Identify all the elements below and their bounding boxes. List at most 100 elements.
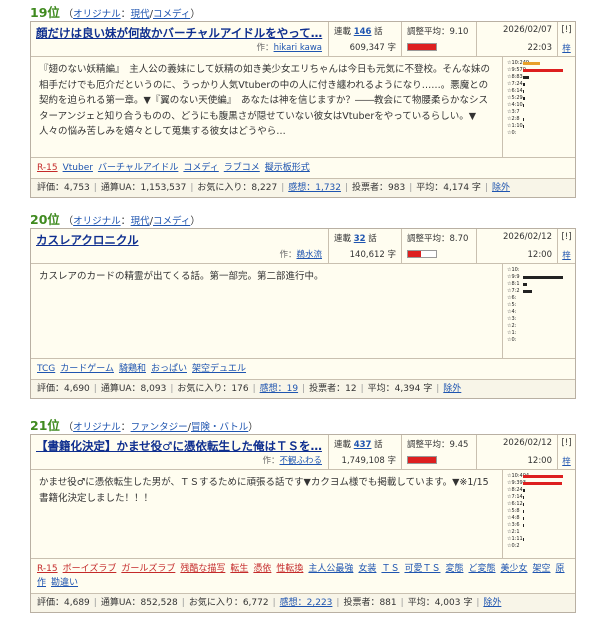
novel-description: 『翅のない妖精編』 主人公の義妹にして妖精の如き美少女エリちゃんは今日も元気に不… xyxy=(39,64,490,137)
graph-bar xyxy=(523,276,563,279)
author-line: 作：鵜水流 xyxy=(279,248,322,260)
graph-label: ☆1:10 xyxy=(507,123,523,129)
graph-row: ☆6:14 xyxy=(507,88,575,95)
stat-reviews-link[interactable]: 感想：2,223 xyxy=(280,598,333,608)
tag-link[interactable]: カードゲーム xyxy=(60,364,114,374)
graph-row: ☆10: xyxy=(507,267,575,274)
graph-label: ☆10: xyxy=(507,267,520,273)
episodes-link[interactable]: 437 xyxy=(354,440,372,450)
report-flag[interactable]: [!] xyxy=(561,25,571,35)
genre-type-link[interactable]: コメディ xyxy=(153,216,190,227)
graph-row: ☆5:8 xyxy=(507,508,575,515)
tag-link[interactable]: ガールズラブ xyxy=(121,564,175,574)
tag-link[interactable]: バーチャルアイドル xyxy=(98,163,178,173)
stat-reviews-link[interactable]: 感想：19 xyxy=(260,384,298,394)
genre-sub-link[interactable]: 現代 xyxy=(131,9,150,20)
episodes-link[interactable]: 32 xyxy=(354,234,366,244)
episodes-link[interactable]: 146 xyxy=(354,27,372,37)
graph-label: ☆8:24 xyxy=(507,487,523,493)
tag-link[interactable]: 憑依 xyxy=(253,564,271,574)
author-link[interactable]: 不観ふわる xyxy=(279,456,322,466)
tag-link[interactable]: コメディ xyxy=(183,163,218,173)
author-link[interactable]: hikari kawa xyxy=(274,43,322,53)
graph-label: ☆5:8 xyxy=(507,508,520,514)
tag-link[interactable]: 架空デュエル xyxy=(192,364,246,374)
tag-link[interactable]: ど変態 xyxy=(468,564,495,574)
genre-main-link[interactable]: オリジナル xyxy=(73,9,121,20)
graph-row: ☆2: xyxy=(507,323,575,330)
graph-bar xyxy=(523,90,524,93)
tag-link[interactable]: 変態 xyxy=(445,564,463,574)
stat-favorites: お気に入り：6,772 xyxy=(188,598,269,608)
tag-link[interactable]: 騎鶏和 xyxy=(119,364,146,374)
exclude-link[interactable]: 除外 xyxy=(443,384,461,394)
novel-title-link[interactable]: 【書籍化決定】かませ役♂に憑依転生した俺はＴＳを… xyxy=(36,438,323,454)
report-flag[interactable]: [!] xyxy=(561,438,571,448)
graph-row: ☆8:1 xyxy=(507,281,575,288)
graph-bar xyxy=(523,482,562,485)
novel-card: カスレアクロニクル 作：鵜水流 連載 32 話 140,612 字 調整平均：8… xyxy=(30,228,576,399)
tag-link[interactable]: 残酷な描写 xyxy=(180,564,225,574)
tag-link[interactable]: 勘違い xyxy=(51,578,78,588)
tag-link[interactable]: R-15 xyxy=(37,564,58,574)
tag-link[interactable]: 架空 xyxy=(533,564,551,574)
tag-link[interactable]: 擬示板形式 xyxy=(265,163,310,173)
tag-link[interactable]: R-15 xyxy=(37,163,58,173)
rating-cell: 調整平均：8.70 xyxy=(401,229,476,263)
card-body: 『翅のない妖精編』 主人公の義妹にして妖精の如き美少女エリちゃんは今日も元気に不… xyxy=(31,57,575,157)
graph-bar xyxy=(523,517,524,520)
tag-link[interactable]: 転生 xyxy=(230,564,248,574)
tag-link[interactable]: 美少女 xyxy=(501,564,528,574)
tag-link[interactable]: Vtuber xyxy=(63,163,93,173)
graph-row: ☆4: xyxy=(507,309,575,316)
genre-type-link[interactable]: コメディ xyxy=(153,9,190,20)
genre-main-link[interactable]: オリジナル xyxy=(73,216,121,227)
tag-link[interactable]: TCG xyxy=(37,364,55,374)
tag-link[interactable]: 女装 xyxy=(358,564,376,574)
report-flag[interactable]: [!] xyxy=(561,232,571,242)
graph-label: ☆8:83 xyxy=(507,74,523,80)
rating-bar xyxy=(407,43,437,51)
exclude-link[interactable]: 除外 xyxy=(483,598,501,608)
stat-reviews-link[interactable]: 感想：1,732 xyxy=(288,183,341,193)
graph-row: ☆6:12 xyxy=(507,501,575,508)
genre-sub-link[interactable]: 現代 xyxy=(131,216,150,227)
author-link[interactable]: 鵜水流 xyxy=(296,250,322,260)
flag-cell: [!] 梓 xyxy=(557,22,575,56)
stats-bar: 評価：4,690 | 通算UA：8,093 | お気に入り：176 | 感想：19 | 投票者：… xyxy=(31,379,575,398)
serial-label: 連載 xyxy=(334,27,352,37)
pen-link[interactable]: 梓 xyxy=(560,455,573,467)
graph-bar xyxy=(523,83,525,86)
exclude-link[interactable]: 除外 xyxy=(492,183,510,193)
graph-label: ☆4: xyxy=(507,309,517,315)
author-label: 作： xyxy=(256,43,274,53)
graph-label: ☆2:8 xyxy=(507,116,520,122)
tag-link[interactable]: ＴＳ xyxy=(381,564,399,574)
graph-label: ☆2: xyxy=(507,323,517,329)
graph-bar xyxy=(523,283,527,286)
genre-type-link[interactable]: 冒険・バトル xyxy=(191,422,248,433)
episodes-unit: 話 xyxy=(368,234,377,244)
tag-link[interactable]: ボーイズラブ xyxy=(63,564,117,574)
tag-link[interactable]: 主人公最強 xyxy=(308,564,353,574)
tag-link[interactable]: おっぱい xyxy=(151,364,187,374)
graph-row: ☆9:393 xyxy=(507,480,575,487)
graph-label: ☆6:14 xyxy=(507,88,523,94)
pen-link[interactable]: 梓 xyxy=(560,42,573,54)
tag-link[interactable]: ラブコメ xyxy=(224,163,260,173)
ranking-entry: 20位 （オリジナル：現代/コメディ） カスレアクロニクル 作：鵜水流 連載 3… xyxy=(30,212,576,399)
genre-sub-link[interactable]: ファンタジー xyxy=(131,422,188,433)
novel-card: 【書籍化決定】かませ役♂に憑依転生した俺はＴＳを… 作：不観ふわる 連載 437… xyxy=(30,434,576,613)
flag-cell: [!] 梓 xyxy=(557,435,575,469)
rating-distribution-graph: ☆10:404 ☆9:393 ☆8:24 ☆7:14 ☆6:12 ☆5:8 ☆4:8 ☆3:6… xyxy=(502,470,575,558)
graph-row: ☆0:2 xyxy=(507,543,575,550)
tag-link[interactable]: 性転換 xyxy=(276,564,303,574)
novel-title-link[interactable]: カスレアクロニクル xyxy=(36,232,323,248)
novel-title-link[interactable]: 顔だけは良い妹が何故かバーチャルアイドルをやって… xyxy=(36,25,323,41)
stat-voters: 投票者：12 xyxy=(309,384,357,394)
pen-link[interactable]: 梓 xyxy=(560,249,573,261)
genre-main-link[interactable]: オリジナル xyxy=(73,422,121,433)
card-header: 【書籍化決定】かませ役♂に憑依転生した俺はＴＳを… 作：不観ふわる 連載 437… xyxy=(31,435,575,470)
tag-link[interactable]: 可愛ＴＳ xyxy=(404,564,440,574)
card-body: カスレアのカードの精霊が出てくる話。第一部完。第二部進行中。 ☆10: ☆9:9 ☆… xyxy=(31,264,575,358)
